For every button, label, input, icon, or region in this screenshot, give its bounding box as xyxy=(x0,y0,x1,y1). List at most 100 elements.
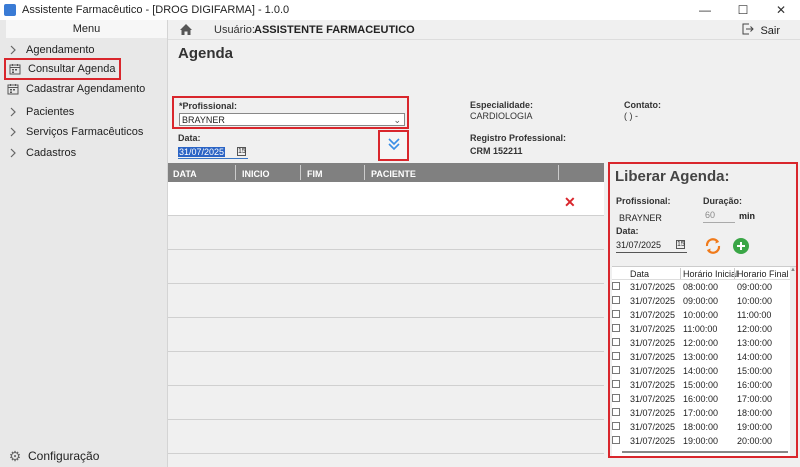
profissional-select[interactable]: BRAYNER ⌄ xyxy=(179,113,405,126)
liberar-agenda-panel: Liberar Agenda: Profissional: BRAYNER Du… xyxy=(608,162,798,458)
logout-button[interactable]: Sair xyxy=(742,23,780,38)
window-title: Assistente Farmacêutico - [DROG DIGIFARM… xyxy=(22,4,290,16)
slot-row[interactable]: 31/07/2025 08:00:00 09:00:00 xyxy=(612,280,796,294)
registro-value: CRM 152211 xyxy=(470,146,523,156)
user-value: ASSISTENTE FARMACEUTICO xyxy=(254,24,415,36)
slot-checkbox[interactable] xyxy=(612,338,620,346)
sidebar-item-label: Agendamento xyxy=(26,44,95,56)
slot-end: 19:00:00 xyxy=(737,422,773,432)
delete-icon[interactable]: ✕ xyxy=(564,194,576,211)
scroll-up-icon[interactable]: ▲ xyxy=(790,267,796,273)
home-icon[interactable] xyxy=(179,23,193,39)
app-icon xyxy=(4,4,16,16)
maximize-button[interactable]: ☐ xyxy=(724,0,762,20)
profissional-label: *Profissional: xyxy=(179,101,238,111)
calendar-icon[interactable]: 15 xyxy=(676,240,685,249)
slot-row[interactable]: 31/07/2025 19:00:00 20:00:00 xyxy=(612,434,796,448)
slot-end: 10:00:00 xyxy=(737,296,773,306)
user-label: Usuário: xyxy=(214,24,255,36)
calendar-icon[interactable]: 15 xyxy=(237,147,246,156)
slot-checkbox[interactable] xyxy=(612,310,620,318)
duracao-label: Duração: xyxy=(703,196,743,206)
config-item[interactable]: ⚙ Configuração xyxy=(8,447,100,464)
slot-start: 09:00:00 xyxy=(683,296,719,306)
table-row xyxy=(168,420,604,454)
sidebar-item-consultar-agenda[interactable]: Consultar Agenda xyxy=(4,58,122,80)
close-button[interactable]: ✕ xyxy=(762,0,800,20)
table-row xyxy=(168,284,604,318)
column-header[interactable]: DATA xyxy=(173,169,197,179)
slot-date: 31/07/2025 xyxy=(630,338,676,348)
gear-icon: ⚙ xyxy=(8,447,22,464)
slot-checkbox[interactable] xyxy=(612,324,620,332)
slot-checkbox[interactable] xyxy=(612,394,620,402)
column-header[interactable]: Horario Final xyxy=(737,269,789,279)
data-label: Data: xyxy=(178,133,201,143)
duracao-input[interactable]: 60 xyxy=(703,210,735,223)
liberar-data-label: Data: xyxy=(616,226,639,236)
column-header[interactable]: Data xyxy=(630,269,649,279)
agenda-table: DATA INICIO FIM PACIENTE ✕ xyxy=(168,163,604,467)
slot-row[interactable]: 31/07/2025 14:00:00 15:00:00 xyxy=(612,364,796,378)
slot-date: 31/07/2025 xyxy=(630,324,676,334)
slot-row[interactable]: 31/07/2025 09:00:00 10:00:00 xyxy=(612,294,796,308)
column-header[interactable]: PACIENTE xyxy=(371,169,416,179)
vertical-scrollbar[interactable]: ▲ xyxy=(790,267,796,456)
window-titlebar: Assistente Farmacêutico - [DROG DIGIFARM… xyxy=(0,0,800,20)
slot-row[interactable]: 31/07/2025 11:00:00 12:00:00 xyxy=(612,322,796,336)
slot-row[interactable]: 31/07/2025 13:00:00 14:00:00 xyxy=(612,350,796,364)
slot-end: 16:00:00 xyxy=(737,380,773,390)
expand-button[interactable] xyxy=(378,130,409,161)
slot-start: 15:00:00 xyxy=(683,380,719,390)
logout-label: Sair xyxy=(760,24,780,37)
slot-checkbox[interactable] xyxy=(612,282,620,290)
column-header[interactable]: Horário Inicial xyxy=(683,269,738,279)
slot-date: 31/07/2025 xyxy=(630,310,676,320)
liberar-profissional-value: BRAYNER xyxy=(619,213,662,223)
refresh-button[interactable] xyxy=(702,236,724,258)
slot-checkbox[interactable] xyxy=(612,436,620,444)
slot-end: 18:00:00 xyxy=(737,408,773,418)
slot-row[interactable]: 31/07/2025 17:00:00 18:00:00 xyxy=(612,406,796,420)
chevron-right-icon xyxy=(6,146,20,160)
slot-date: 31/07/2025 xyxy=(630,394,676,404)
slot-row[interactable]: 31/07/2025 15:00:00 16:00:00 xyxy=(612,378,796,392)
slot-checkbox[interactable] xyxy=(612,352,620,360)
slot-end: 11:00:00 xyxy=(737,310,772,320)
minimize-button[interactable]: — xyxy=(686,0,724,20)
duracao-unit: min xyxy=(739,211,756,221)
sidebar-item-servicos-farmaceuticos[interactable]: Serviços Farmacêuticos xyxy=(6,121,143,143)
slot-start: 17:00:00 xyxy=(683,408,719,418)
slot-checkbox[interactable] xyxy=(612,366,620,374)
slot-row[interactable]: 31/07/2025 18:00:00 19:00:00 xyxy=(612,420,796,434)
table-row xyxy=(168,216,604,250)
logout-icon xyxy=(742,23,755,38)
calendar-icon xyxy=(8,62,22,76)
sidebar-item-pacientes[interactable]: Pacientes xyxy=(6,101,74,123)
slot-checkbox[interactable] xyxy=(612,296,620,304)
contato-value: ( ) - xyxy=(624,111,638,121)
column-header[interactable]: FIM xyxy=(307,169,323,179)
slot-start: 14:00:00 xyxy=(683,366,719,376)
slot-date: 31/07/2025 xyxy=(630,436,676,446)
table-row[interactable]: ✕ xyxy=(168,182,604,216)
slot-date: 31/07/2025 xyxy=(630,408,676,418)
slot-date: 31/07/2025 xyxy=(630,366,676,376)
slot-row[interactable]: 31/07/2025 16:00:00 17:00:00 xyxy=(612,392,796,406)
table-row xyxy=(168,318,604,352)
chevron-right-icon xyxy=(6,125,20,139)
slot-end: 20:00:00 xyxy=(737,436,773,446)
slot-row[interactable]: 31/07/2025 10:00:00 11:00:00 xyxy=(612,308,796,322)
slot-row[interactable]: 31/07/2025 12:00:00 13:00:00 xyxy=(612,336,796,350)
slot-checkbox[interactable] xyxy=(612,422,620,430)
liberar-date-input[interactable]: 31/07/2025 15 xyxy=(616,240,687,253)
data-date-input[interactable]: 31/07/2025 15 xyxy=(178,147,248,159)
column-header[interactable]: INICIO xyxy=(242,169,270,179)
slot-date: 31/07/2025 xyxy=(630,422,676,432)
slot-checkbox[interactable] xyxy=(612,380,620,388)
sidebar-item-cadastrar-agendamento[interactable]: Cadastrar Agendamento xyxy=(6,78,145,100)
add-button[interactable] xyxy=(730,236,752,258)
horizontal-scrollbar[interactable] xyxy=(622,451,788,453)
sidebar-item-cadastros[interactable]: Cadastros xyxy=(6,142,76,164)
slot-checkbox[interactable] xyxy=(612,408,620,416)
